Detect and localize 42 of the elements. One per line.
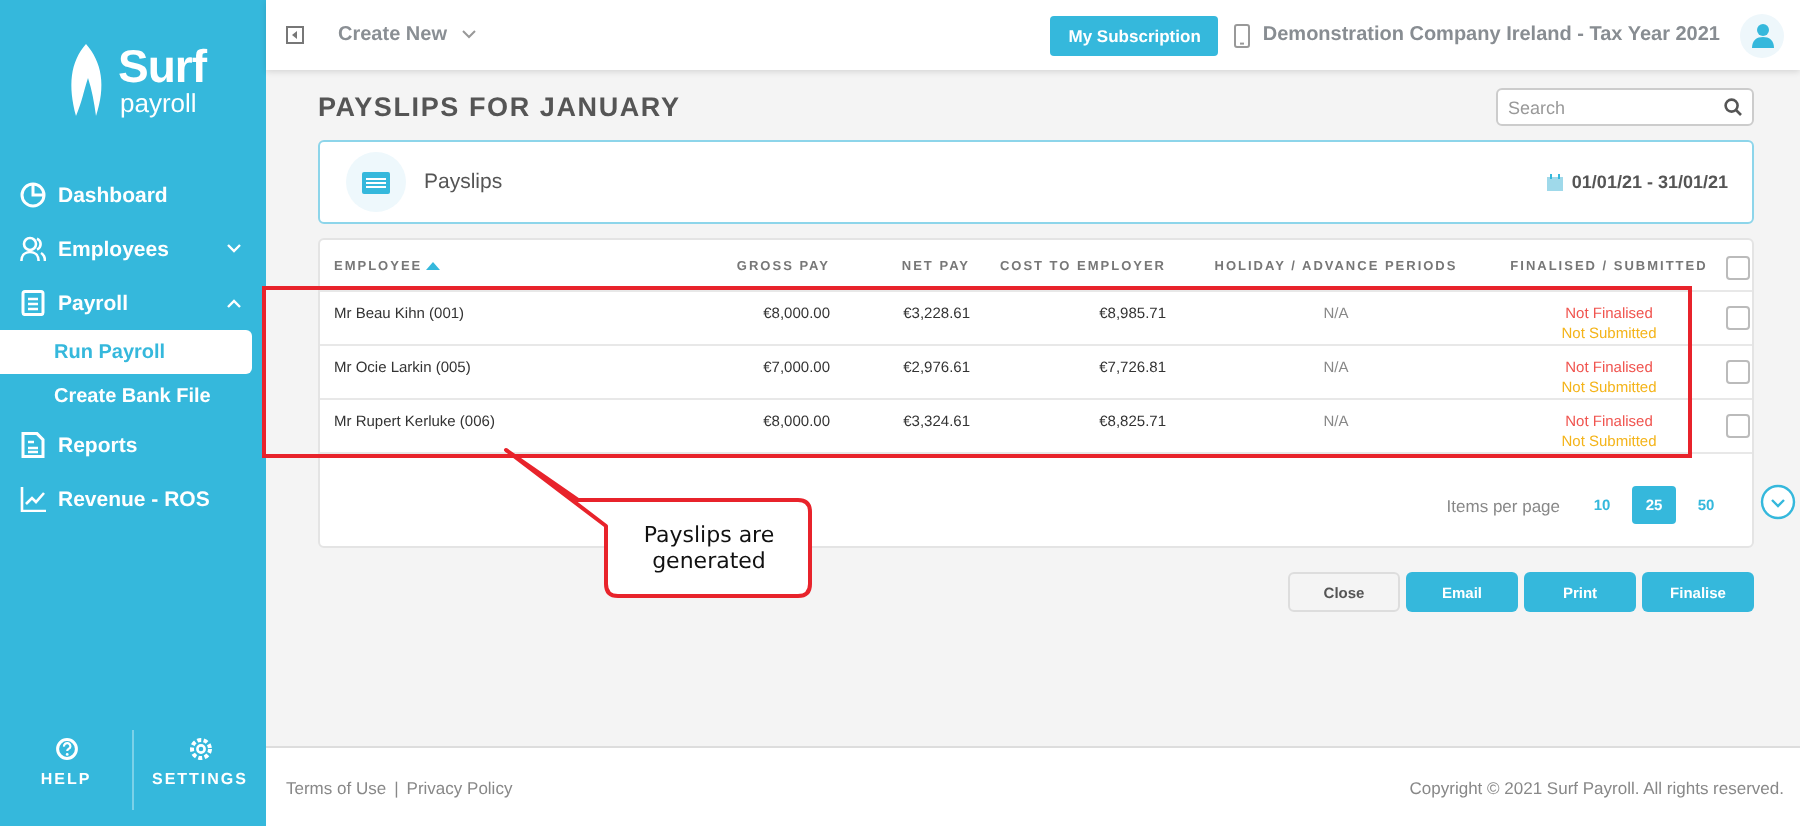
footer-link[interactable]: Terms of Use: [286, 777, 387, 797]
nav-item[interactable]: Employees: [0, 222, 266, 276]
callout-text: Payslips are generated: [641, 519, 777, 578]
row-checkbox[interactable]: [1726, 414, 1750, 438]
chevron-down-icon: [462, 30, 477, 40]
company-name: Demonstration Company Ireland - Tax Year 2021: [1262, 24, 1720, 46]
row-checkbox[interactable]: [1726, 360, 1750, 384]
pie-chart-icon: [20, 182, 46, 208]
logo-wordmark: Surf: [118, 44, 206, 90]
line-chart-icon: [20, 486, 46, 512]
nav-item[interactable]: Revenue - ROS: [0, 472, 266, 526]
settings-icon: [189, 738, 211, 760]
list-icon: [346, 152, 406, 212]
report-icon: [20, 432, 46, 458]
tablet-icon: [1234, 23, 1251, 47]
nav-subitem[interactable]: Create Bank File: [0, 374, 252, 418]
nav-item[interactable]: Dashboard: [0, 168, 266, 222]
search-icon: [1724, 97, 1742, 115]
user-avatar[interactable]: [1740, 13, 1784, 57]
help-icon: [55, 738, 77, 760]
calendar-icon: [1545, 173, 1564, 191]
create-new-dropdown[interactable]: Create New: [338, 24, 477, 46]
document-icon: [20, 290, 46, 316]
nav-item[interactable]: Payroll: [0, 276, 266, 330]
people-icon: [20, 236, 46, 262]
nav-item[interactable]: Reports: [0, 418, 266, 472]
sidebar-footer-link[interactable]: HELP: [0, 730, 132, 810]
page-title: PAYSLIPS FOR JANUARY: [318, 91, 681, 121]
person-icon: [1751, 23, 1773, 47]
footer-link[interactable]: Privacy Policy: [406, 777, 513, 797]
collapse-panel-icon: [286, 26, 304, 44]
nav-subitem[interactable]: Run Payroll: [0, 330, 252, 374]
card-title: Payslips: [424, 170, 505, 194]
link-separator: |: [394, 777, 399, 797]
date-range: 01/01/21 - 31/01/21: [1571, 172, 1728, 192]
subscription-button[interactable]: My Subscription: [1050, 15, 1219, 55]
items-per-page-label: Items per page: [1446, 495, 1560, 515]
search-field[interactable]: Search: [1496, 88, 1754, 126]
row-checkbox[interactable]: [1726, 306, 1750, 330]
copyright-text: Copyright © 2021 Surf Payroll. All rights reserved.: [1409, 777, 1784, 797]
select-all-checkbox[interactable]: [1726, 255, 1750, 279]
logo-subtitle: payroll: [120, 90, 199, 116]
